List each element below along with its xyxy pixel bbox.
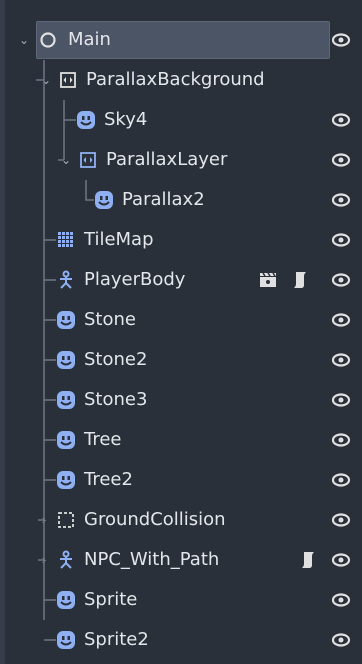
tree-item-label: Stone3	[84, 389, 148, 410]
tree-item-sprite[interactable]: Sprite	[8, 580, 358, 620]
visibility-eye-icon[interactable]	[330, 190, 352, 210]
tree-item-label: Sky4	[104, 109, 148, 130]
tree-item-label: PlayerBody	[84, 269, 186, 290]
chevron-right-icon[interactable]: ›	[38, 554, 50, 566]
visibility-eye-icon[interactable]	[330, 630, 352, 650]
tree-item-stone3[interactable]: Stone3	[8, 380, 358, 420]
sprite-icon	[56, 630, 76, 650]
tree-item-label: Stone	[84, 309, 136, 330]
instance-icon[interactable]	[258, 270, 278, 290]
tree-item-label: NPC_With_Path	[84, 549, 220, 570]
sprite-icon	[76, 110, 96, 130]
kinematic-body-icon	[56, 550, 76, 570]
tree-item-label: TileMap	[84, 229, 154, 250]
chevron-down-icon[interactable]: ⌄	[40, 74, 52, 86]
tree-item-label: Sprite2	[84, 629, 149, 650]
sprite-icon	[56, 350, 76, 370]
tree-item-tree2[interactable]: Tree2	[8, 460, 358, 500]
sprite-icon	[56, 590, 76, 610]
sprite-icon	[56, 470, 76, 490]
tree-item-label: Parallax2	[122, 189, 205, 210]
script-icon[interactable]	[298, 550, 318, 570]
script-icon[interactable]	[290, 270, 310, 290]
visibility-eye-icon[interactable]	[330, 550, 352, 570]
tree-item-label: Main	[68, 29, 111, 50]
chevron-right-icon[interactable]: ›	[38, 514, 50, 526]
tree-item-main[interactable]: ⌄ Main	[8, 20, 358, 60]
tree-item-label: Tree2	[84, 469, 133, 490]
tree-item-label: GroundCollision	[84, 509, 226, 530]
tree-item-parallax-layer[interactable]: ⌄ ParallaxLayer	[8, 140, 358, 180]
visibility-eye-icon[interactable]	[330, 350, 352, 370]
collision-icon	[56, 510, 76, 530]
scene-tree: ⌄ Main ⌄ ParallaxBackground Sky4 ⌄ Paral…	[0, 0, 362, 664]
sprite-icon	[56, 430, 76, 450]
tree-item-stone2[interactable]: Stone2	[8, 340, 358, 380]
visibility-eye-icon[interactable]	[330, 310, 352, 330]
tree-item-label: ParallaxLayer	[106, 149, 228, 170]
tree-item-stone[interactable]: Stone	[8, 300, 358, 340]
visibility-eye-icon[interactable]	[330, 110, 352, 130]
tree-item-sky4[interactable]: Sky4	[8, 100, 358, 140]
tilemap-icon	[56, 230, 76, 250]
tree-item-label: Tree	[84, 429, 122, 450]
sprite-icon	[56, 390, 76, 410]
visibility-eye-icon[interactable]	[330, 470, 352, 490]
tree-item-label: Stone2	[84, 349, 148, 370]
parallax-icon	[58, 70, 78, 90]
tree-item-npc-with-path[interactable]: › NPC_With_Path	[8, 540, 358, 580]
visibility-eye-icon[interactable]	[330, 150, 352, 170]
tree-item-playerbody[interactable]: PlayerBody	[8, 260, 358, 300]
tree-item-groundcollision[interactable]: › GroundCollision	[8, 500, 358, 540]
tree-item-label: ParallaxBackground	[86, 69, 265, 90]
visibility-eye-icon[interactable]	[330, 590, 352, 610]
visibility-eye-icon[interactable]	[330, 390, 352, 410]
tree-item-parallax-background[interactable]: ⌄ ParallaxBackground	[8, 60, 358, 100]
tree-item-tilemap[interactable]: TileMap	[8, 220, 358, 260]
sprite-icon	[56, 310, 76, 330]
tree-item-parallax2[interactable]: Parallax2	[8, 180, 358, 220]
visibility-eye-icon[interactable]	[330, 430, 352, 450]
parallax-icon	[78, 150, 98, 170]
sprite-icon	[94, 190, 114, 210]
node-circle-icon	[38, 30, 58, 50]
visibility-eye-icon[interactable]	[330, 510, 352, 530]
chevron-down-icon[interactable]: ⌄	[60, 154, 72, 166]
tree-item-sprite2[interactable]: Sprite2	[8, 620, 358, 660]
visibility-eye-icon[interactable]	[330, 30, 352, 50]
chevron-down-icon[interactable]: ⌄	[18, 34, 30, 46]
visibility-eye-icon[interactable]	[330, 270, 352, 290]
visibility-eye-icon[interactable]	[330, 230, 352, 250]
kinematic-body-icon	[56, 270, 76, 290]
tree-item-label: Sprite	[84, 589, 138, 610]
tree-item-tree[interactable]: Tree	[8, 420, 358, 460]
